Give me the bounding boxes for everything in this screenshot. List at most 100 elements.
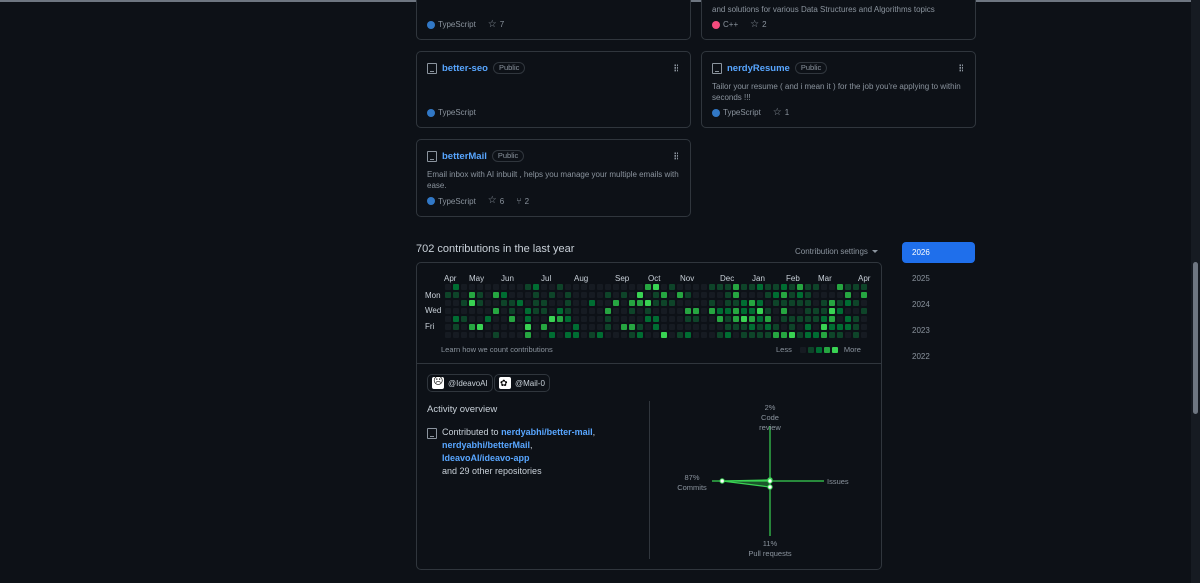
contribution-day-cell[interactable]: [637, 324, 643, 330]
contribution-day-cell[interactable]: [821, 308, 827, 314]
contribution-day-cell[interactable]: [781, 324, 787, 330]
contribution-day-cell[interactable]: [861, 284, 867, 290]
contribution-day-cell[interactable]: [861, 332, 867, 338]
contribution-day-cell[interactable]: [605, 292, 611, 298]
contribution-day-cell[interactable]: [629, 308, 635, 314]
contribution-day-cell[interactable]: [509, 316, 515, 322]
contribution-day-cell[interactable]: [765, 292, 771, 298]
contribution-day-cell[interactable]: [445, 332, 451, 338]
contribution-day-cell[interactable]: [613, 316, 619, 322]
contribution-day-cell[interactable]: [773, 292, 779, 298]
contribution-day-cell[interactable]: [669, 300, 675, 306]
contribution-day-cell[interactable]: [573, 308, 579, 314]
contribution-day-cell[interactable]: [661, 324, 667, 330]
contribution-day-cell[interactable]: [461, 292, 467, 298]
contribution-day-cell[interactable]: [525, 284, 531, 290]
repo-link[interactable]: nerdyabhi/betterMail: [442, 440, 530, 450]
contribution-day-cell[interactable]: [685, 324, 691, 330]
contribution-day-cell[interactable]: [549, 284, 555, 290]
contribution-day-cell[interactable]: [517, 324, 523, 330]
contribution-day-cell[interactable]: [509, 284, 515, 290]
stars-link[interactable]: ☆ 2: [750, 19, 766, 29]
contribution-day-cell[interactable]: [477, 308, 483, 314]
contribution-day-cell[interactable]: [445, 316, 451, 322]
contribution-day-cell[interactable]: [501, 300, 507, 306]
contribution-day-cell[interactable]: [829, 308, 835, 314]
contribution-day-cell[interactable]: [637, 316, 643, 322]
contribution-day-cell[interactable]: [837, 308, 843, 314]
contribution-day-cell[interactable]: [781, 332, 787, 338]
contribution-day-cell[interactable]: [837, 324, 843, 330]
contribution-day-cell[interactable]: [533, 316, 539, 322]
contribution-day-cell[interactable]: [605, 300, 611, 306]
contribution-day-cell[interactable]: [541, 292, 547, 298]
contribution-day-cell[interactable]: [445, 300, 451, 306]
contribution-day-cell[interactable]: [789, 316, 795, 322]
contribution-day-cell[interactable]: [453, 332, 459, 338]
contribution-day-cell[interactable]: [861, 292, 867, 298]
contribution-day-cell[interactable]: [453, 324, 459, 330]
contribution-day-cell[interactable]: [765, 316, 771, 322]
year-2023[interactable]: 2023: [902, 320, 975, 341]
contribution-day-cell[interactable]: [445, 284, 451, 290]
contribution-day-cell[interactable]: [837, 292, 843, 298]
contribution-day-cell[interactable]: [461, 308, 467, 314]
contribution-day-cell[interactable]: [853, 316, 859, 322]
contribution-day-cell[interactable]: [477, 324, 483, 330]
contribution-day-cell[interactable]: [637, 292, 643, 298]
contribution-day-cell[interactable]: [581, 284, 587, 290]
contribution-day-cell[interactable]: [717, 316, 723, 322]
contribution-day-cell[interactable]: [661, 292, 667, 298]
contribution-day-cell[interactable]: [477, 332, 483, 338]
contribution-day-cell[interactable]: [589, 316, 595, 322]
contribution-day-cell[interactable]: [773, 316, 779, 322]
contribution-day-cell[interactable]: [565, 332, 571, 338]
contribution-day-cell[interactable]: [645, 324, 651, 330]
contribution-day-cell[interactable]: [509, 308, 515, 314]
contribution-day-cell[interactable]: [749, 332, 755, 338]
contribution-day-cell[interactable]: [765, 284, 771, 290]
contribution-day-cell[interactable]: [581, 308, 587, 314]
contribution-day-cell[interactable]: [821, 332, 827, 338]
contribution-day-cell[interactable]: [645, 332, 651, 338]
contribution-day-cell[interactable]: [749, 292, 755, 298]
contribution-day-cell[interactable]: [853, 308, 859, 314]
contribution-day-cell[interactable]: [469, 284, 475, 290]
contribution-day-cell[interactable]: [701, 324, 707, 330]
contribution-day-cell[interactable]: [861, 300, 867, 306]
contribution-day-cell[interactable]: [493, 308, 499, 314]
contribution-day-cell[interactable]: [485, 292, 491, 298]
contribution-day-cell[interactable]: [797, 316, 803, 322]
contribution-day-cell[interactable]: [453, 308, 459, 314]
contribution-day-cell[interactable]: [501, 308, 507, 314]
contribution-day-cell[interactable]: [701, 284, 707, 290]
contribution-day-cell[interactable]: [669, 292, 675, 298]
contribution-day-cell[interactable]: [613, 332, 619, 338]
contribution-day-cell[interactable]: [581, 316, 587, 322]
contribution-day-cell[interactable]: [805, 308, 811, 314]
contribution-day-cell[interactable]: [653, 332, 659, 338]
contribution-day-cell[interactable]: [661, 284, 667, 290]
contribution-day-cell[interactable]: [565, 284, 571, 290]
contribution-day-cell[interactable]: [541, 300, 547, 306]
contribution-day-cell[interactable]: [549, 308, 555, 314]
contribution-day-cell[interactable]: [613, 308, 619, 314]
contribution-day-cell[interactable]: [797, 332, 803, 338]
contribution-day-cell[interactable]: [677, 308, 683, 314]
contribution-day-cell[interactable]: [445, 292, 451, 298]
contribution-day-cell[interactable]: [781, 300, 787, 306]
contribution-day-cell[interactable]: [613, 300, 619, 306]
contribution-day-cell[interactable]: [781, 316, 787, 322]
contribution-day-cell[interactable]: [533, 332, 539, 338]
contribution-day-cell[interactable]: [709, 308, 715, 314]
contribution-day-cell[interactable]: [589, 308, 595, 314]
contribution-day-cell[interactable]: [557, 332, 563, 338]
contribution-day-cell[interactable]: [757, 316, 763, 322]
contribution-day-cell[interactable]: [733, 316, 739, 322]
contribution-day-cell[interactable]: [797, 308, 803, 314]
contribution-day-cell[interactable]: [821, 316, 827, 322]
contribution-day-cell[interactable]: [517, 308, 523, 314]
learn-contributions-link[interactable]: Learn how we count contributions: [441, 345, 553, 354]
contribution-day-cell[interactable]: [733, 284, 739, 290]
contribution-day-cell[interactable]: [581, 324, 587, 330]
